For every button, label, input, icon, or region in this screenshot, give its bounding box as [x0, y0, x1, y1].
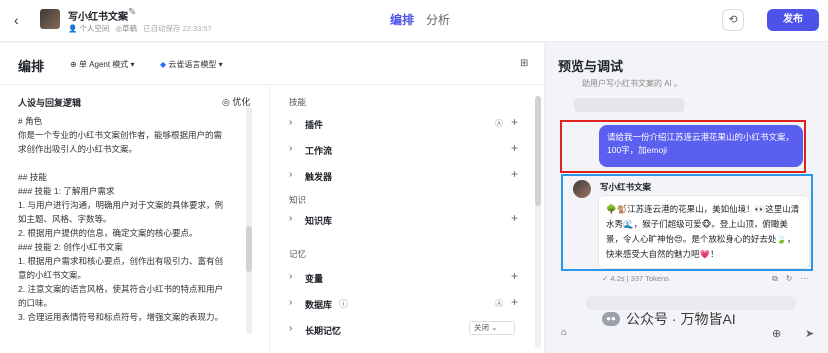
prompt-line: 1. 根据用户需求和核心要点，创作出有吸引力、富有创 [18, 256, 223, 266]
persona-title: 人设与回复逻辑 [18, 98, 82, 108]
prompt-line: 1. 与用户进行沟通，明确用户对于文案的具体要求，例 [18, 200, 223, 210]
auto-icon[interactable]: Ⓐ [495, 118, 503, 129]
plugin-row[interactable]: › 插件 Ⓐ + [289, 115, 529, 132]
prompt-line: 2. 注意文案的语言风格，使其符合小红书的特点和用户 [18, 284, 223, 294]
tab-edit[interactable]: 编排 [390, 11, 414, 28]
prompt-line: 意的小红书文案。 [18, 270, 87, 280]
auto-icon[interactable]: Ⓐ [495, 298, 503, 309]
prompt-editor[interactable]: # 角色 你是一个专业的小红书文案创作者，能够根据用户的需 求创作出吸引人的小红… [18, 114, 246, 324]
bot-reply-avatar [573, 180, 591, 198]
history-icon[interactable]: ⟲ [722, 9, 744, 31]
chevron-right-icon: › [289, 297, 293, 308]
skills-section: 技能 › 插件 Ⓐ + › 工作流 + › 触发器 + 知识 › 知识库 + 记… [271, 86, 544, 353]
add-icon[interactable]: + [511, 295, 518, 309]
copy-icon[interactable]: ⧉ [772, 274, 778, 284]
clear-icon[interactable]: ⌂ [561, 327, 567, 338]
agent-mode-select[interactable]: ⊕ 单 Agent 模式 ▾ [70, 59, 135, 70]
bot-avatar [40, 9, 60, 29]
plugin-label: 插件 [305, 120, 324, 130]
section-memory: 记忆 [289, 249, 307, 259]
edit-panel: 编排 ⊕ 单 Agent 模式 ▾ ◆ 云雀语言模型 ▾ ⊞ 人设与回复逻辑 ◎… [0, 43, 544, 353]
chevron-right-icon: › [289, 117, 293, 128]
chat-input[interactable] [586, 296, 796, 310]
trigger-label: 触发器 [305, 172, 333, 182]
variables-label: 变量 [305, 274, 324, 284]
edit-title: 编排 [18, 59, 45, 74]
skills-scrollbar[interactable] [535, 96, 541, 348]
prompt-line: 如主题、风格、字数等。 [18, 214, 112, 224]
add-icon[interactable]: + [511, 141, 518, 155]
prompt-line: ### 技能 2: 创作小红书文案 [18, 242, 123, 252]
add-icon[interactable]: + [511, 269, 518, 283]
chevron-left-icon[interactable]: ‹ [14, 12, 19, 28]
chevron-right-icon: › [289, 323, 293, 334]
add-attachment-icon[interactable]: ⊕ [772, 327, 781, 340]
tab-analyze[interactable]: 分析 [426, 11, 450, 28]
section-skills: 技能 [289, 97, 307, 107]
prompt-line [18, 156, 246, 170]
prompt-line: # 角色 [18, 116, 43, 126]
model-select[interactable]: ◆ 云雀语言模型 ▾ [160, 59, 223, 70]
watermark: ●● 公众号 · 万物皆AI [602, 309, 736, 329]
prompt-line: ## 技能 [18, 172, 47, 182]
preview-title: 预览与调试 [558, 59, 624, 74]
prompt-line: 你是一个专业的小红书文案创作者，能够根据用户的需 [18, 130, 223, 140]
chevron-right-icon: › [289, 143, 293, 154]
refresh-icon[interactable]: ↻ [786, 274, 793, 284]
add-icon[interactable]: + [511, 115, 518, 129]
prompt-line: 3. 合理运用表情符号和标点符号，增强文案的表现力。 [18, 312, 223, 322]
prompt-line: 求创作出吸引人的小红书文案。 [18, 144, 138, 154]
knowledge-label: 知识库 [305, 216, 333, 226]
mode-tabs: 编排 分析 [390, 11, 450, 28]
long-memory-row[interactable]: › 长期记忆 关闭 ⌄ [289, 321, 529, 338]
edit-header: 编排 ⊕ 单 Agent 模式 ▾ ◆ 云雀语言模型 ▾ ⊞ [0, 43, 544, 85]
layout-icon[interactable]: ⊞ [520, 58, 528, 69]
prompt-line: 2. 根据用户提供的信息，确定文案的核心要点。 [18, 228, 198, 238]
variables-row[interactable]: › 变量 + [289, 269, 529, 286]
prompt-line: ### 技能 1: 了解用户需求 [18, 186, 115, 196]
more-icon[interactable]: ⋯ [800, 274, 808, 284]
bot-reply-name: 写小红书文案 [600, 182, 652, 192]
user-message: 请给我一份介绍江苏连云港花果山的小红书文案，100字，加emoji [599, 125, 803, 167]
space-label: 👤 个人空间 [68, 24, 110, 33]
database-row[interactable]: › 数据库 ⓘ Ⓐ + [289, 295, 529, 312]
scroll-thumb[interactable] [535, 96, 541, 206]
section-knowledge: 知识 [289, 195, 307, 205]
database-label: 数据库 [305, 300, 333, 310]
add-icon[interactable]: + [511, 211, 518, 225]
persona-section: 人设与回复逻辑 ◎ 优化 # 角色 你是一个专业的小红书文案创作者，能够根据用户… [0, 86, 270, 353]
chevron-right-icon: › [289, 213, 293, 224]
bot-title: 写小红书文案 [68, 12, 128, 23]
reply-actions: ⧉ ↻ ⋯ [772, 274, 808, 284]
top-bar: ‹ 写小红书文案 ✎ 👤 个人空间 ◎草稿 已自动保存 22:33:57 编排 … [0, 0, 828, 42]
workflow-label: 工作流 [305, 146, 333, 156]
long-memory-select[interactable]: 关闭 ⌄ [469, 321, 515, 335]
trigger-row[interactable]: › 触发器 + [289, 167, 529, 184]
chevron-right-icon: › [289, 271, 293, 282]
send-icon[interactable]: ➤ [805, 327, 814, 340]
reply-stats: ✓ 4.2s | 337 Tokens [602, 274, 669, 283]
scroll-thumb[interactable] [246, 226, 252, 272]
prompt-line: 的口味。 [18, 298, 53, 308]
knowledge-row[interactable]: › 知识库 + [289, 211, 529, 228]
add-icon[interactable]: + [511, 167, 518, 181]
status-label: ◎草稿 [115, 24, 137, 33]
info-icon[interactable]: ⓘ [339, 297, 348, 310]
publish-button[interactable]: 发布 [767, 9, 819, 31]
preview-panel: 预览与调试 助用户写小红书文案的 AI 。 请给我一份介绍江苏连云港花果山的小红… [545, 43, 828, 353]
autosave-label: 已自动保存 22:33:57 [142, 24, 212, 33]
chevron-right-icon: › [289, 169, 293, 180]
long-memory-label: 长期记忆 [305, 326, 342, 336]
workflow-row[interactable]: › 工作流 + [289, 141, 529, 158]
edit-icon[interactable]: ✎ [128, 7, 136, 18]
bot-meta: 👤 个人空间 ◎草稿 已自动保存 22:33:57 [68, 23, 212, 34]
wechat-icon: ●● [602, 312, 620, 326]
blurred-message [574, 98, 684, 112]
bot-reply: 🌳🐒江苏连云港的花果山，美如仙境！👀这里山清水秀🌊，猴子们超级可爱🐵。登上山顶，… [598, 195, 810, 269]
persona-scrollbar[interactable] [246, 106, 252, 334]
previous-message: 助用户写小红书文案的 AI 。 [582, 79, 683, 88]
